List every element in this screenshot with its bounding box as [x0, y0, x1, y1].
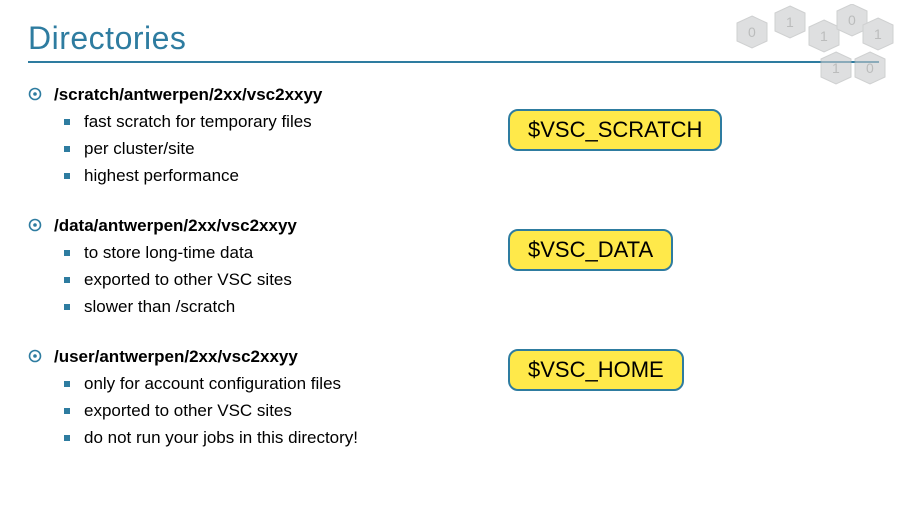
left-column: /scratch/antwerpen/2xx/vsc2xxyy fast scr… [28, 85, 458, 477]
section-data: /data/antwerpen/2xx/vsc2xxyy to store lo… [28, 216, 458, 319]
circled-dot-icon [28, 87, 42, 101]
list-item: only for account configuration files [64, 373, 458, 396]
heading-text: /user/antwerpen/2xx/vsc2xxyy [54, 347, 298, 367]
square-bullet-icon [64, 250, 70, 256]
svg-text:0: 0 [748, 24, 756, 40]
heading-text: /scratch/antwerpen/2xx/vsc2xxyy [54, 85, 322, 105]
square-bullet-icon [64, 119, 70, 125]
square-bullet-icon [64, 173, 70, 179]
section-heading: /data/antwerpen/2xx/vsc2xxyy [28, 216, 458, 236]
list-item: exported to other VSC sites [64, 400, 458, 423]
square-bullet-icon [64, 146, 70, 152]
svg-text:0: 0 [848, 12, 856, 28]
right-column: $VSC_SCRATCH $VSC_DATA $VSC_HOME [498, 85, 768, 477]
env-var-badge: $VSC_DATA [508, 229, 673, 271]
square-bullet-icon [64, 277, 70, 283]
item-text: highest performance [84, 165, 239, 188]
svg-text:1: 1 [786, 14, 794, 30]
square-bullet-icon [64, 408, 70, 414]
square-bullet-icon [64, 435, 70, 441]
list-item: to store long-time data [64, 242, 458, 265]
square-bullet-icon [64, 304, 70, 310]
item-text: fast scratch for temporary files [84, 111, 312, 134]
list-item: slower than /scratch [64, 296, 458, 319]
circled-dot-icon [28, 349, 42, 363]
item-text: do not run your jobs in this directory! [84, 427, 358, 450]
item-text: only for account configuration files [84, 373, 341, 396]
svg-text:0: 0 [866, 60, 874, 76]
item-text: slower than /scratch [84, 296, 235, 319]
env-var-badge: $VSC_SCRATCH [508, 109, 722, 151]
svg-text:1: 1 [874, 26, 882, 42]
list-item: fast scratch for temporary files [64, 111, 458, 134]
svg-text:1: 1 [820, 28, 828, 44]
list-item: exported to other VSC sites [64, 269, 458, 292]
badge-row: $VSC_HOME [508, 349, 768, 391]
section-heading: /user/antwerpen/2xx/vsc2xxyy [28, 347, 458, 367]
square-bullet-icon [64, 381, 70, 387]
item-text: exported to other VSC sites [84, 400, 292, 423]
badge-row: $VSC_SCRATCH [508, 109, 768, 151]
item-text: per cluster/site [84, 138, 195, 161]
circled-dot-icon [28, 218, 42, 232]
heading-text: /data/antwerpen/2xx/vsc2xxyy [54, 216, 297, 236]
content-columns: /scratch/antwerpen/2xx/vsc2xxyy fast scr… [28, 85, 879, 477]
svg-text:1: 1 [832, 60, 840, 76]
section-heading: /scratch/antwerpen/2xx/vsc2xxyy [28, 85, 458, 105]
item-text: exported to other VSC sites [84, 269, 292, 292]
env-var-badge: $VSC_HOME [508, 349, 684, 391]
badge-row: $VSC_DATA [508, 229, 768, 271]
decorative-cubes-logo: 0 1 1 0 1 1 0 [727, 4, 897, 94]
list-item: per cluster/site [64, 138, 458, 161]
item-text: to store long-time data [84, 242, 253, 265]
list-item: highest performance [64, 165, 458, 188]
section-user: /user/antwerpen/2xx/vsc2xxyy only for ac… [28, 347, 458, 450]
list-item: do not run your jobs in this directory! [64, 427, 458, 450]
section-scratch: /scratch/antwerpen/2xx/vsc2xxyy fast scr… [28, 85, 458, 188]
